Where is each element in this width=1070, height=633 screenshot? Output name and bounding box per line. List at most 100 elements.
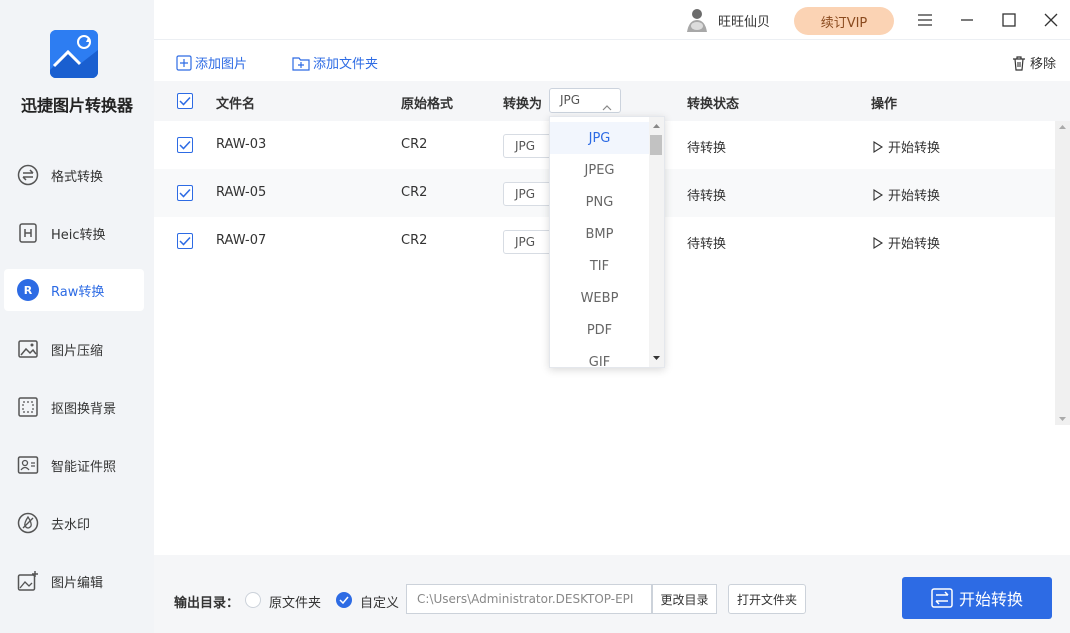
add-image-label: 添加图片: [195, 57, 248, 72]
add-image-icon: [176, 54, 192, 71]
dropdown-scroll-thumb[interactable]: [650, 135, 662, 155]
sidebar-item-label: 格式转换: [51, 169, 104, 185]
format-dropdown[interactable]: JPG JPEG PNG BMP TIF WEBP PDF GIF: [549, 116, 665, 368]
sidebar-item-cutout[interactable]: 抠图换背景: [4, 386, 144, 428]
convert-status: 待转换: [687, 141, 727, 156]
radio-original-folder[interactable]: [245, 592, 261, 608]
sidebar-item-heic[interactable]: Heic转换: [4, 212, 144, 254]
change-dir-button[interactable]: 更改目录: [652, 584, 717, 614]
format-option[interactable]: JPEG: [550, 154, 649, 186]
row-start-convert-label: 开始转换: [888, 189, 941, 204]
close-icon[interactable]: [1039, 8, 1063, 32]
sidebar-item-label: 图片压缩: [51, 343, 104, 359]
format-option[interactable]: BMP: [550, 218, 649, 250]
sidebar-item-watermark[interactable]: 去水印: [4, 502, 144, 544]
format-option-list: JPG JPEG PNG BMP TIF WEBP PDF GIF: [550, 117, 649, 368]
row-start-convert-label: 开始转换: [888, 237, 941, 252]
add-folder-icon: [292, 55, 310, 71]
footer: 输出目录： 原文件夹 自定义 C:\Users\Administrator.DE…: [154, 555, 1070, 633]
sidebar-item-raw[interactable]: R Raw转换: [4, 269, 144, 311]
trash-icon: [1011, 55, 1027, 71]
sidebar-item-label: 智能证件照: [51, 459, 117, 475]
convert-status: 待转换: [687, 189, 727, 204]
format-option[interactable]: GIF: [550, 346, 649, 368]
start-convert-label: 开始转换: [958, 590, 1023, 609]
minimize-icon[interactable]: [955, 8, 979, 32]
remove-button[interactable]: 移除: [1011, 53, 1056, 72]
header-original-format: 原始格式: [401, 97, 454, 112]
avatar[interactable]: [684, 6, 710, 34]
original-format: CR2: [401, 185, 428, 200]
remove-label: 移除: [1029, 57, 1056, 72]
heic-icon: [16, 221, 40, 245]
sidebar-item-id-photo[interactable]: 智能证件照: [4, 444, 144, 486]
sidebar-item-label: 去水印: [51, 517, 91, 533]
row-checkbox[interactable]: [177, 137, 193, 153]
cutout-icon: [16, 395, 40, 419]
sidebar-item-label: 抠图换背景: [51, 401, 117, 417]
image-edit-icon: [16, 569, 40, 593]
add-folder-label: 添加文件夹: [313, 57, 379, 72]
maximize-icon[interactable]: [997, 8, 1021, 32]
sidebar-item-compress[interactable]: 图片压缩: [4, 328, 144, 370]
row-start-convert-button[interactable]: 开始转换: [872, 233, 940, 252]
header-status: 转换状态: [687, 97, 740, 112]
id-photo-icon: [16, 453, 40, 477]
radio-original-folder-label[interactable]: 原文件夹: [269, 592, 321, 611]
sidebar-item-label: Raw转换: [51, 284, 105, 300]
play-icon: [872, 188, 884, 201]
original-format: CR2: [401, 233, 428, 248]
toolbar: 添加图片 添加文件夹 移除: [154, 41, 1070, 81]
format-option[interactable]: TIF: [550, 250, 649, 282]
image-compress-icon: [16, 337, 40, 361]
app-name: 迅捷图片转换器: [20, 96, 133, 115]
format-option[interactable]: JPG: [550, 122, 649, 154]
batch-format-select[interactable]: JPG: [549, 88, 621, 113]
header-action: 操作: [871, 97, 898, 112]
play-icon: [872, 236, 884, 249]
list-scrollbar[interactable]: [1055, 121, 1070, 425]
sidebar-item-image-edit[interactable]: 图片编辑: [4, 560, 144, 602]
watermark-icon: [16, 511, 40, 535]
dropdown-scrollbar[interactable]: [649, 117, 664, 367]
chevron-up-icon: [602, 97, 612, 111]
add-folder-button[interactable]: 添加文件夹: [292, 53, 378, 72]
play-icon: [872, 140, 884, 153]
title-bar: 旺旺仙贝 续订VIP: [154, 0, 1070, 40]
file-name: RAW-07: [216, 233, 267, 248]
format-option[interactable]: WEBP: [550, 282, 649, 314]
row-checkbox[interactable]: [177, 185, 193, 201]
row-start-convert-label: 开始转换: [888, 141, 941, 156]
sidebar-item-label: Heic转换: [51, 227, 106, 243]
app-logo-icon: [50, 30, 98, 78]
renew-vip-button[interactable]: 续订VIP: [794, 7, 894, 35]
sidebar-item-label: 图片编辑: [51, 575, 104, 591]
row-start-convert-button[interactable]: 开始转换: [872, 137, 940, 156]
output-path-input[interactable]: C:\Users\Administrator.DESKTOP-EPI: [406, 584, 652, 614]
file-name: RAW-05: [216, 185, 267, 200]
radio-custom-folder[interactable]: [336, 592, 352, 608]
format-option[interactable]: PDF: [550, 314, 649, 346]
select-all-checkbox[interactable]: [177, 93, 193, 109]
convert-status: 待转换: [687, 237, 727, 252]
open-folder-button[interactable]: 打开文件夹: [728, 584, 806, 614]
sidebar-item-format-convert[interactable]: 格式转换: [4, 154, 144, 196]
add-image-button[interactable]: 添加图片: [176, 53, 247, 72]
sidebar: 迅捷图片转换器 格式转换 Heic转换 R Raw转换 图片压缩 抠图换背景 智…: [0, 0, 154, 633]
original-format: CR2: [401, 137, 428, 152]
row-checkbox[interactable]: [177, 233, 193, 249]
convert-icon: [931, 587, 953, 609]
row-start-convert-button[interactable]: 开始转换: [872, 185, 940, 204]
header-convert-to: 转换为: [503, 97, 543, 112]
start-convert-button[interactable]: 开始转换: [902, 577, 1052, 619]
header-filename: 文件名: [216, 97, 256, 112]
raw-icon: R: [16, 278, 40, 302]
menu-icon[interactable]: [913, 8, 937, 32]
radio-custom-folder-label[interactable]: 自定义: [360, 592, 399, 611]
username[interactable]: 旺旺仙贝: [718, 11, 770, 30]
batch-format-value: JPG: [560, 93, 581, 107]
file-name: RAW-03: [216, 137, 267, 152]
table-header: 文件名 原始格式 转换为 JPG 转换状态 操作: [154, 81, 1070, 121]
format-option[interactable]: PNG: [550, 186, 649, 218]
svg-text:R: R: [24, 284, 33, 297]
